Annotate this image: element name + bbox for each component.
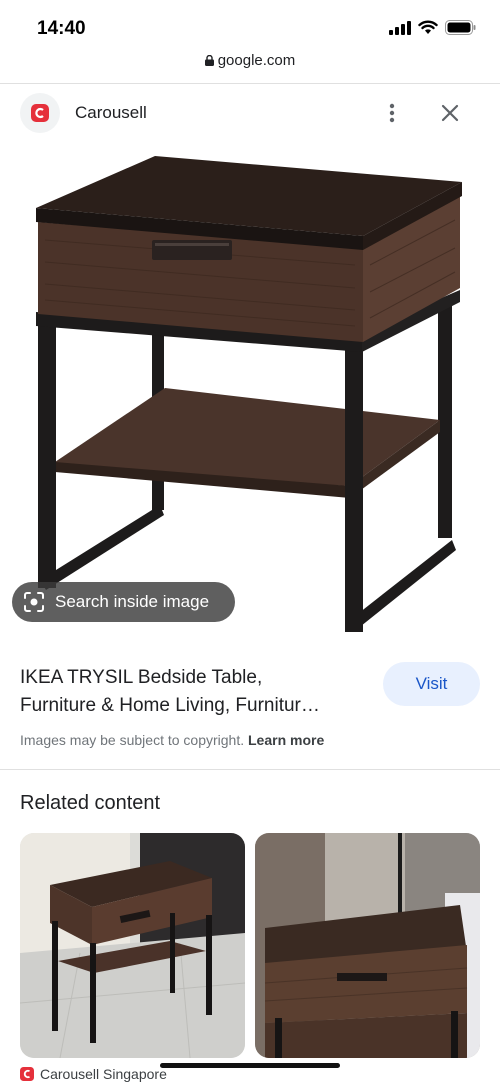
related-thumbnail-2[interactable] xyxy=(255,833,480,1058)
home-indicator[interactable] xyxy=(160,1063,340,1068)
search-inside-image-label: Search inside image xyxy=(55,592,210,611)
status-icons xyxy=(389,20,476,35)
signal-icon xyxy=(389,20,411,35)
lock-icon xyxy=(204,53,214,70)
result-title-line2: Furniture & Home Living, Furnitur… xyxy=(20,695,320,716)
product-image[interactable] xyxy=(0,144,500,636)
lens-icon xyxy=(22,590,46,614)
carousell-small-icon xyxy=(20,1067,34,1081)
url-text: google.com xyxy=(217,52,296,69)
related-thumbnail-1[interactable] xyxy=(20,833,245,1058)
status-time: 14:40 xyxy=(37,18,86,39)
source-header: Carousell xyxy=(0,84,500,144)
copyright-text: Images may be subject to copyright. xyxy=(20,732,245,748)
copyright-notice: Images may be subject to copyright. Lear… xyxy=(20,732,324,748)
visit-button[interactable]: Visit xyxy=(383,662,480,706)
url-bar[interactable]: google.com xyxy=(0,52,500,82)
carousell-logo[interactable] xyxy=(20,93,60,133)
learn-more-link[interactable]: Learn more xyxy=(248,732,324,748)
result-title-line1: IKEA TRYSIL Bedside Table, xyxy=(20,667,263,688)
close-button[interactable] xyxy=(436,98,464,128)
result-title[interactable]: IKEA TRYSIL Bedside Table, Furniture & H… xyxy=(20,664,375,720)
more-options-button[interactable] xyxy=(378,98,406,128)
battery-icon xyxy=(445,20,476,35)
source-name[interactable]: Carousell xyxy=(75,103,147,123)
close-icon xyxy=(441,104,459,122)
wifi-icon xyxy=(418,20,438,34)
section-divider xyxy=(0,769,500,770)
related-content-heading: Related content xyxy=(20,792,161,814)
carousell-badge-icon xyxy=(31,104,49,122)
search-inside-image-button[interactable]: Search inside image xyxy=(12,582,235,622)
more-vert-icon xyxy=(389,103,395,123)
status-bar: 14:40 xyxy=(0,0,500,52)
